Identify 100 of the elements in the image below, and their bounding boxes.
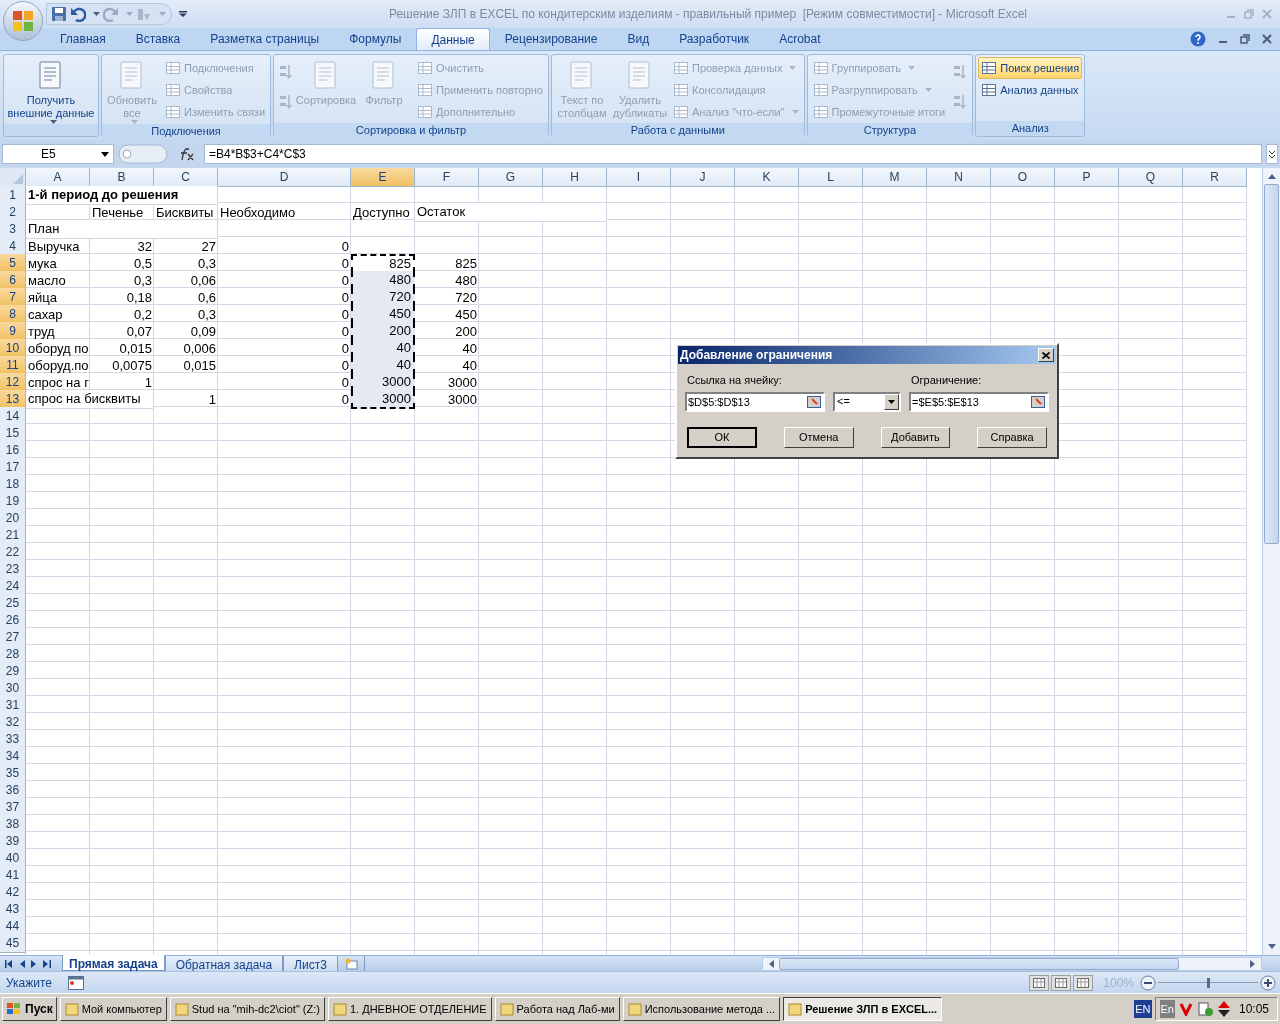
column-header[interactable]: F (415, 168, 479, 187)
column-header[interactable]: P (1055, 168, 1119, 187)
ribbon-tab[interactable]: Главная (45, 28, 121, 50)
caret-icon (93, 12, 100, 16)
ribbon-tab[interactable]: Acrobat (764, 28, 836, 50)
start-button[interactable]: Пуск (2, 997, 57, 1021)
column-header[interactable]: K (735, 168, 799, 187)
cell-text: 0,5 (132, 254, 153, 273)
cell-text: 0,6 (196, 288, 217, 307)
scroll-up-icon[interactable] (1266, 172, 1277, 180)
taskbar-button[interactable]: Использование метода ... (622, 997, 781, 1021)
vertical-scrollbar[interactable] (1262, 168, 1280, 955)
column-header[interactable]: O (991, 168, 1055, 187)
operator-dropdown[interactable]: <= (833, 391, 901, 412)
dialog-button[interactable]: ОК (687, 426, 757, 448)
column-header[interactable]: E (351, 168, 415, 187)
window-icon (64, 1002, 79, 1016)
cell-text: 0,0075 (111, 356, 153, 375)
language-indicator[interactable]: EN (1134, 1000, 1152, 1018)
undo-icon[interactable] (70, 6, 86, 22)
ribbon-tab[interactable]: Данные (416, 28, 490, 50)
cell-text: Печенье (91, 203, 145, 222)
column-header[interactable]: I (607, 168, 671, 187)
table-icon (165, 104, 181, 120)
dialog-button[interactable]: Добавить (880, 426, 951, 448)
view-button[interactable] (1051, 974, 1072, 991)
check-mark-icon[interactable] (1178, 1002, 1193, 1016)
close-button[interactable] (1038, 348, 1054, 362)
zoom-out-icon[interactable] (1140, 974, 1156, 991)
ribbon-tab[interactable]: Вставка (120, 28, 196, 50)
group-label: Подключения (102, 124, 271, 139)
cell-text: 0 (340, 322, 350, 341)
zoom-in-icon[interactable] (1260, 974, 1276, 991)
taskbar-button[interactable]: Мой компьютер (59, 997, 167, 1021)
caret-icon (126, 12, 133, 16)
ribbon-tab[interactable]: Рецензирование (489, 28, 613, 50)
formula-field[interactable]: =B4*B$3+C4*C$3 (204, 144, 1262, 164)
save-icon[interactable] (51, 6, 67, 22)
input-indicator[interactable]: En (1159, 1000, 1175, 1018)
table-icon (812, 82, 829, 98)
splitter-handle-icon[interactable] (118, 144, 168, 164)
ribbon-tab[interactable]: Формулы (334, 28, 417, 50)
window-icon (499, 1002, 514, 1016)
restore-icon[interactable] (1240, 34, 1250, 44)
close-icon[interactable] (1262, 34, 1272, 44)
ribbon-button[interactable]: Получить внешние данные (6, 57, 96, 124)
sheet-tab[interactable]: Лист3 (283, 956, 338, 971)
table-icon (672, 104, 689, 120)
column-header[interactable]: M (863, 168, 927, 187)
column-header[interactable]: G (479, 168, 543, 187)
zoom-slider-thumb[interactable] (1206, 977, 1210, 988)
column-header[interactable]: L (799, 168, 863, 187)
macro-record-icon[interactable] (68, 975, 84, 990)
column-header[interactable]: Q (1119, 168, 1183, 187)
cell-text: Доступно (352, 203, 411, 222)
ribbon-button[interactable]: Анализ данных (978, 79, 1083, 101)
scroll-left-icon[interactable] (767, 958, 775, 969)
dialog-button[interactable]: Справка (977, 426, 1047, 448)
cell-text: 0,06 (189, 271, 217, 290)
cell-text: яйца (27, 288, 58, 307)
row-header[interactable]: 45 (0, 934, 26, 953)
taskbar-button[interactable]: Stud на "mih-dc2\ciot" (Z:) (169, 997, 325, 1021)
previous-sheet-icon[interactable] (19, 959, 25, 968)
cell-text: 0 (340, 237, 350, 256)
ribbon-tab[interactable]: Разработчик (664, 28, 765, 50)
ribbon-tab[interactable]: Вид (612, 28, 665, 50)
first-sheet-icon[interactable] (5, 959, 13, 968)
table-icon (417, 82, 434, 98)
sheet-tab[interactable]: Прямая задача (62, 955, 165, 971)
taskbar-button[interactable]: Работа над Лаб-ми (494, 997, 620, 1021)
column-header[interactable]: D (218, 168, 351, 187)
ribbon-button[interactable]: Поиск решения (978, 57, 1083, 79)
last-sheet-icon[interactable] (43, 959, 51, 968)
help-icon[interactable] (1190, 31, 1206, 47)
ribbon-tab[interactable]: Разметка страницы (195, 28, 335, 50)
column-header[interactable]: R (1183, 168, 1247, 187)
scroll-down-icon[interactable] (1266, 943, 1277, 951)
view-button[interactable] (1073, 974, 1094, 991)
scroll-right-icon[interactable] (1249, 958, 1257, 969)
taskbar-button[interactable]: Решение ЗЛП в EXCEL... (783, 997, 943, 1021)
column-header[interactable]: N (927, 168, 991, 187)
next-sheet-icon[interactable] (31, 959, 37, 968)
field-label: Ссылка на ячейку: (687, 373, 783, 388)
name-box[interactable]: E5 (2, 144, 114, 164)
taskbar-button[interactable]: 1. ДНЕВНОЕ ОТДЕЛЕНИЕ (327, 997, 492, 1021)
group-label: Анализ (976, 121, 1085, 136)
clock: 10:05 (1237, 1001, 1270, 1018)
office-button[interactable] (3, 1, 43, 41)
column-header[interactable]: J (671, 168, 735, 187)
cell: Остаток (415, 203, 607, 222)
dialog-title: Добавление ограничения (680, 347, 833, 364)
view-button[interactable] (1029, 974, 1050, 991)
cell-text: 0 (340, 271, 350, 290)
up-down-arrows-icon[interactable] (1216, 1001, 1231, 1017)
column-header[interactable]: H (543, 168, 607, 187)
expand-icon[interactable] (1266, 144, 1278, 164)
customize-caret-icon[interactable] (179, 11, 187, 17)
sheet-tab[interactable]: Обратная задача (164, 956, 284, 971)
horizontal-scrollbar[interactable] (762, 956, 1262, 971)
dialog-button[interactable]: Отмена (783, 426, 854, 448)
